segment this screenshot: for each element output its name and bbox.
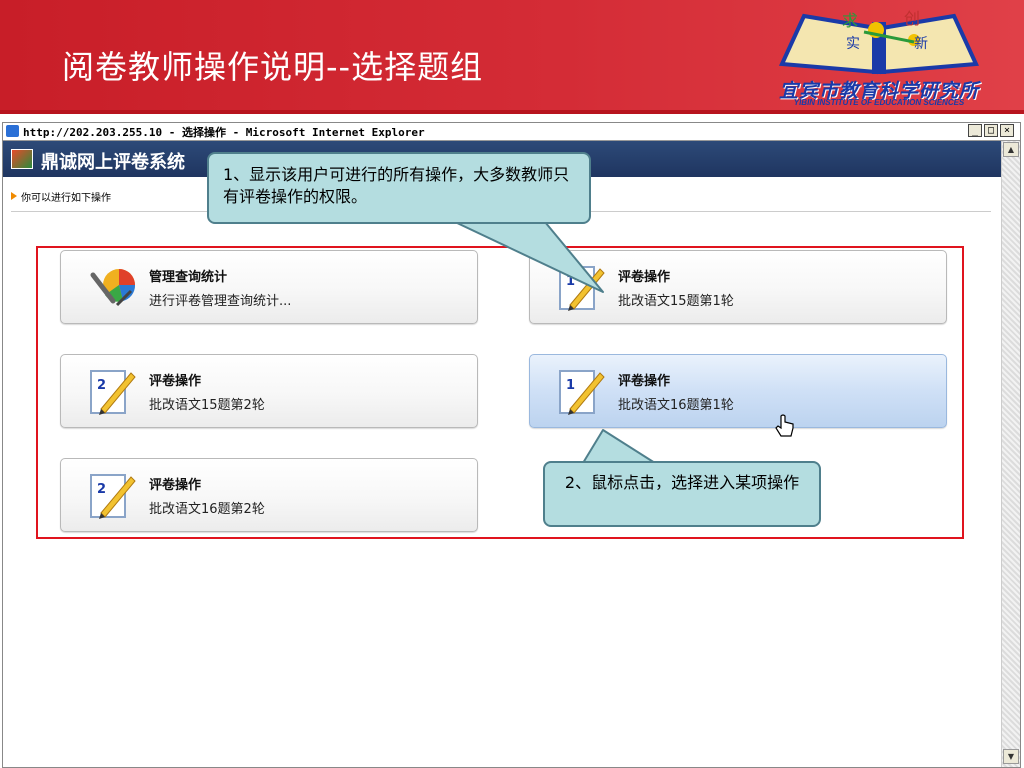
callout-note-2: 2、鼠标点击，选择进入某项操作: [543, 461, 821, 527]
maximize-button[interactable]: □: [984, 124, 998, 137]
card-desc: 批改语文16题第2轮: [149, 502, 265, 517]
svg-text:创: 创: [904, 9, 920, 28]
badge-number: 2: [97, 378, 106, 393]
svg-text:求: 求: [842, 11, 858, 30]
callout-note-1: 1、显示该用户可进行的所有操作，大多数教师只有评卷操作的权限。: [207, 152, 591, 224]
svg-text:新: 新: [914, 36, 928, 52]
card-desc: 批改语文15题第1轮: [618, 294, 734, 309]
app-name: 鼎诚网上评卷系统: [41, 152, 185, 173]
svg-text:实: 实: [846, 36, 860, 52]
vertical-scrollbar[interactable]: ▲ ▼: [1001, 141, 1020, 767]
op-card-chinese-15-round-1[interactable]: 1 评卷操作 批改语文15题第1轮: [529, 250, 947, 324]
op-card-manage-stats[interactable]: 管理查询统计 进行评卷管理查询统计...: [60, 250, 478, 324]
scroll-down-button[interactable]: ▼: [1003, 749, 1019, 764]
breadcrumb-text: 你可以进行如下操作: [21, 193, 111, 204]
window-titlebar[interactable]: http://202.203.255.10 - 选择操作 - Microsoft…: [3, 123, 1020, 141]
badge-number: 2: [97, 482, 106, 497]
slide-title: 阅卷教师操作说明--选择题组: [62, 48, 484, 86]
pencil-paper-icon: 2: [90, 370, 136, 415]
scroll-up-button[interactable]: ▲: [1003, 142, 1019, 157]
window-title: http://202.203.255.10 - 选择操作 - Microsoft…: [23, 126, 425, 139]
badge-number: 1: [566, 274, 575, 289]
op-card-chinese-15-round-2[interactable]: 2 评卷操作 批改语文15题第2轮: [60, 354, 478, 428]
card-title: 管理查询统计: [149, 270, 228, 285]
badge-number: 1: [566, 378, 575, 393]
card-desc: 批改语文16题第1轮: [618, 398, 734, 413]
card-title: 评卷操作: [149, 478, 202, 493]
book-logo-icon: 求 创 实 新: [778, 9, 980, 75]
ie-icon: [6, 125, 19, 137]
pencil-paper-icon: 2: [90, 474, 136, 519]
minimize-button[interactable]: _: [968, 124, 982, 137]
close-button[interactable]: ×: [1000, 124, 1014, 137]
pencil-paper-icon: 1: [559, 266, 605, 311]
pencil-paper-icon: 1: [559, 370, 605, 415]
card-title: 评卷操作: [618, 374, 671, 389]
app-logo-icon: [11, 149, 33, 169]
arrow-right-icon: [11, 192, 17, 200]
card-title: 评卷操作: [618, 270, 671, 285]
logo-subtext: YIBIN INSTITUTE OF EDUCATION SCIENCES: [793, 98, 965, 107]
card-title: 评卷操作: [149, 374, 202, 389]
card-desc: 批改语文15题第2轮: [149, 398, 265, 413]
header-divider: [0, 110, 1024, 114]
op-card-chinese-16-round-1[interactable]: 1 评卷操作 批改语文16题第1轮: [529, 354, 947, 428]
tools-chart-icon: [90, 269, 136, 307]
card-desc: 进行评卷管理查询统计...: [149, 294, 292, 309]
op-card-chinese-16-round-2[interactable]: 2 评卷操作 批改语文16题第2轮: [60, 458, 478, 532]
institute-logo: 求 创 实 新 宜宾市教育科学研究所 YIBIN INSTITUTE OF ED…: [764, 6, 994, 107]
slide-header: 阅卷教师操作说明--选择题组 求 创 实 新 宜宾市教育科学研究所 YIBIN …: [0, 0, 1024, 110]
